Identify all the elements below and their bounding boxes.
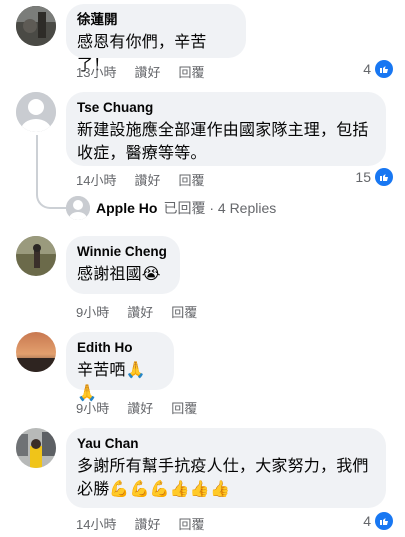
avatar[interactable] bbox=[16, 92, 56, 132]
reaction-summary[interactable]: 15 bbox=[355, 168, 393, 186]
reply-author-avatar bbox=[66, 196, 90, 220]
comment-bubble: Winnie Cheng 感謝祖國😭 bbox=[66, 236, 180, 294]
avatar[interactable] bbox=[16, 428, 56, 468]
comment-bubble: 徐蓮開 感恩有你們，辛苦了！ bbox=[66, 4, 246, 74]
comment-time[interactable]: 14小時 bbox=[76, 170, 116, 189]
comment-time[interactable]: 9小時 bbox=[76, 302, 109, 321]
avatar-photo-icon bbox=[16, 332, 56, 372]
comment-text: 感謝祖國😭 bbox=[77, 266, 161, 283]
avatar-photo-icon bbox=[16, 428, 56, 468]
replies-toggle[interactable]: Apple Ho 已回覆 · 4 Replies bbox=[66, 196, 276, 220]
reaction-summary[interactable]: 4 bbox=[363, 60, 393, 78]
comment-actions: 14小時 讚好 回覆 bbox=[76, 514, 205, 533]
thumbs-up-icon bbox=[375, 168, 393, 186]
avatar[interactable] bbox=[16, 236, 56, 276]
reply-link[interactable]: 回覆 bbox=[178, 514, 204, 533]
thumbs-up-icon bbox=[375, 512, 393, 530]
comment-author[interactable]: 徐蓮開 bbox=[77, 11, 234, 29]
like-link[interactable]: 讚好 bbox=[134, 62, 160, 81]
comment-author[interactable]: Tse Chuang bbox=[77, 99, 374, 117]
comment-text: 新建設施應全部運作由國家隊主理，包括收症，醫療等等。 bbox=[77, 122, 369, 162]
reply-author-name: Apple Ho bbox=[96, 200, 158, 216]
avatar-photo-icon bbox=[16, 236, 56, 276]
comment-author[interactable]: Edith Ho bbox=[77, 339, 162, 357]
replies-count: 已回覆 · 4 Replies bbox=[163, 200, 277, 216]
comment-time[interactable]: 14小時 bbox=[76, 514, 116, 533]
comment-actions: 14小時 讚好 回覆 bbox=[76, 170, 205, 189]
like-link[interactable]: 讚好 bbox=[134, 170, 160, 189]
default-avatar-icon bbox=[66, 196, 90, 220]
thread-connector bbox=[36, 135, 66, 209]
reply-link[interactable]: 回覆 bbox=[178, 170, 204, 189]
comment-time[interactable]: 9小時 bbox=[76, 398, 109, 417]
comment-bubble: Edith Ho 辛苦哂🙏🙏 bbox=[66, 332, 174, 402]
like-link[interactable]: 讚好 bbox=[127, 302, 153, 321]
default-avatar-icon bbox=[16, 92, 56, 132]
reaction-count: 4 bbox=[363, 61, 371, 77]
comment-author[interactable]: Yau Chan bbox=[77, 435, 374, 453]
reaction-count: 4 bbox=[363, 513, 371, 529]
avatar[interactable] bbox=[16, 332, 56, 372]
reply-link[interactable]: 回覆 bbox=[171, 302, 197, 321]
avatar[interactable] bbox=[16, 6, 56, 46]
comment-author[interactable]: Winnie Cheng bbox=[77, 243, 168, 261]
comment-actions: 9小時 讚好 回覆 bbox=[76, 398, 197, 417]
comment-actions: 13小時 讚好 回覆 bbox=[76, 62, 205, 81]
comment-bubble: Tse Chuang 新建設施應全部運作由國家隊主理，包括收症，醫療等等。 bbox=[66, 92, 386, 166]
thumbs-up-icon bbox=[375, 60, 393, 78]
reply-link[interactable]: 回覆 bbox=[171, 398, 197, 417]
avatar-photo-icon bbox=[16, 6, 56, 46]
reaction-summary[interactable]: 4 bbox=[363, 512, 393, 530]
like-link[interactable]: 讚好 bbox=[127, 398, 153, 417]
like-link[interactable]: 讚好 bbox=[134, 514, 160, 533]
comment-actions: 9小時 讚好 回覆 bbox=[76, 302, 197, 321]
comment-text: 多謝所有幫手抗疫人仕，大家努力，我們必勝💪💪💪👍👍👍 bbox=[77, 458, 369, 498]
reply-link[interactable]: 回覆 bbox=[178, 62, 204, 81]
comment-time[interactable]: 13小時 bbox=[76, 62, 116, 81]
comment-bubble: Yau Chan 多謝所有幫手抗疫人仕，大家努力，我們必勝💪💪💪👍👍👍 bbox=[66, 428, 386, 508]
reaction-count: 15 bbox=[355, 169, 371, 185]
